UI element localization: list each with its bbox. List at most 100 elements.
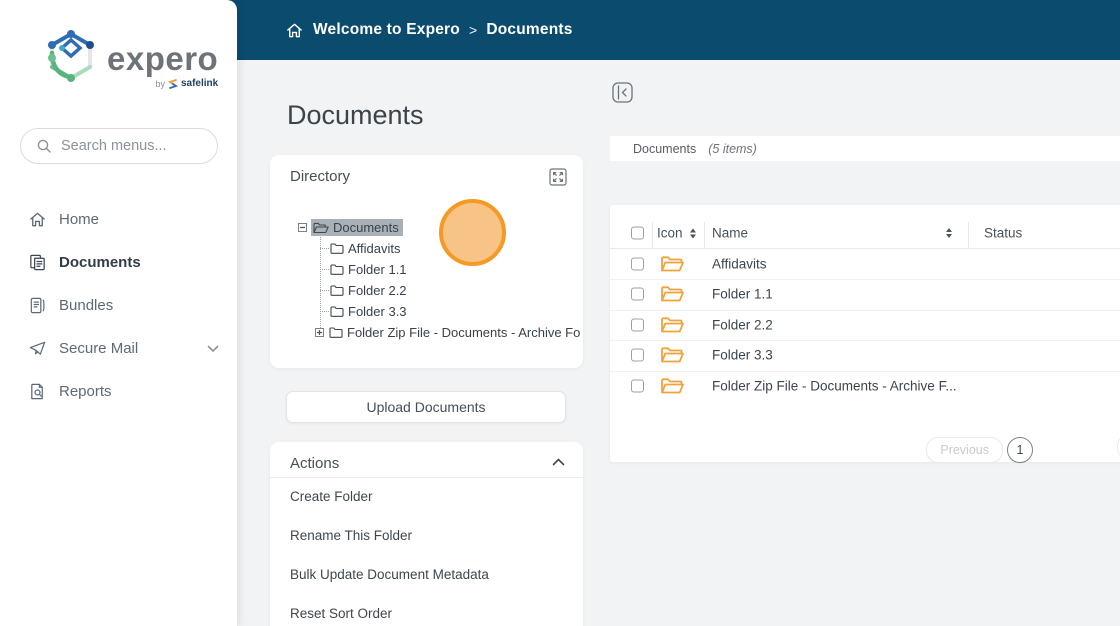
column-header-name[interactable]: Name xyxy=(712,226,748,241)
tree-item-folder-zip[interactable]: Folder Zip File - Documents - Archive Fo xyxy=(315,322,580,343)
row-checkbox[interactable] xyxy=(631,348,644,362)
row-checkbox[interactable] xyxy=(631,257,644,271)
home-icon[interactable] xyxy=(285,21,304,40)
page-title: Documents xyxy=(287,100,424,130)
folder-icon xyxy=(660,316,684,334)
tree-item-selected[interactable]: Documents xyxy=(311,219,403,236)
folder-icon xyxy=(660,255,684,273)
reports-icon xyxy=(28,382,47,401)
row-name[interactable]: Folder 1.1 xyxy=(712,287,773,302)
table-row-folder-1-1[interactable]: Folder 1.1 xyxy=(610,279,1120,311)
directory-panel-title: Directory xyxy=(290,168,351,185)
sidebar-item-label: Home xyxy=(59,211,100,228)
row-checkbox[interactable] xyxy=(631,379,644,393)
folder-icon xyxy=(660,285,684,303)
table-row-affidavits[interactable]: Affidavits xyxy=(610,249,1120,280)
page-1-button[interactable]: 1 xyxy=(1007,437,1033,463)
tree-item-folder-2-2[interactable]: Folder 2.2 xyxy=(330,280,407,301)
row-checkbox[interactable] xyxy=(631,287,644,301)
tree-connector-stub xyxy=(320,290,329,291)
folder-icon xyxy=(660,377,684,395)
bundles-icon xyxy=(28,296,47,315)
table-row-folder-3-3[interactable]: Folder 3.3 xyxy=(610,340,1120,372)
action-create-folder[interactable]: Create Folder xyxy=(290,486,373,506)
actions-panel: Actions Create Folder Rename This Folder… xyxy=(270,442,583,626)
row-name[interactable]: Affidavits xyxy=(712,256,767,271)
divider xyxy=(270,477,583,478)
folder-icon xyxy=(330,243,344,254)
tree-item-folder-3-3[interactable]: Folder 3.3 xyxy=(330,301,407,322)
expand-directory-icon[interactable] xyxy=(549,168,567,186)
row-name[interactable]: Folder 2.2 xyxy=(712,317,773,332)
expero-logo-icon xyxy=(42,28,100,84)
folder-icon xyxy=(329,327,343,338)
tree-item-label: Affidavits xyxy=(348,241,401,256)
tree-item-label: Documents xyxy=(333,220,399,235)
sidebar-item-documents[interactable]: Documents xyxy=(0,241,237,284)
collapse-expander-icon[interactable] xyxy=(298,223,307,232)
expero-logo-text: expero xyxy=(107,40,219,77)
folder-icon xyxy=(330,264,344,275)
sidebar-item-label: Bundles xyxy=(59,297,114,314)
tree-item-documents-root[interactable]: Documents xyxy=(298,217,403,238)
tree-connector-stub xyxy=(320,269,329,270)
breadcrumb-welcome[interactable]: Welcome to Expero xyxy=(313,21,460,39)
breadcrumb: Welcome to Expero > Documents xyxy=(285,21,573,40)
app-window: Welcome to Expero > Documents expero by … xyxy=(0,0,1120,626)
previous-page-button[interactable]: Previous xyxy=(926,437,1003,463)
expand-expander-icon[interactable] xyxy=(315,328,324,337)
safelink-icon xyxy=(167,78,178,89)
tree-connector-stub xyxy=(320,311,329,312)
column-divider xyxy=(704,222,705,248)
sidebar-item-secure-mail[interactable]: Secure Mail xyxy=(0,327,237,370)
chevron-up-icon[interactable] xyxy=(552,458,565,466)
expero-logo: expero by safelink xyxy=(42,28,218,89)
table-row-folder-zip[interactable]: Folder Zip File - Documents - Archive F.… xyxy=(610,371,1120,402)
directory-panel: Directory Documents Affidavits Folder 1.… xyxy=(270,155,583,368)
folder-open-icon xyxy=(313,222,329,234)
sort-icon-name[interactable] xyxy=(946,228,952,238)
row-checkbox[interactable] xyxy=(631,318,644,332)
results-summary-count: (5 items) xyxy=(708,141,757,156)
tree-item-folder-1-1[interactable]: Folder 1.1 xyxy=(330,259,407,280)
breadcrumb-documents[interactable]: Documents xyxy=(486,21,572,39)
results-summary-title: Documents xyxy=(633,141,697,156)
safelink-byline: by safelink xyxy=(155,78,219,89)
column-header-icon[interactable]: Icon xyxy=(657,226,696,241)
collapse-panel-icon[interactable] xyxy=(612,82,633,103)
search-input[interactable]: Search menus... xyxy=(20,128,218,164)
column-header-status[interactable]: Status xyxy=(984,226,1022,241)
sidebar-item-home[interactable]: Home xyxy=(0,198,237,241)
chevron-down-icon[interactable] xyxy=(207,345,219,353)
sidebar: expero by safelink Search menus... Home … xyxy=(0,0,237,626)
sidebar-item-label: Documents xyxy=(59,254,141,271)
tree-item-label: Folder 1.1 xyxy=(348,262,407,277)
sort-icon[interactable] xyxy=(689,228,696,238)
select-all-checkbox[interactable] xyxy=(631,226,644,240)
search-icon xyxy=(36,138,52,154)
action-reset-sort-order[interactable]: Reset Sort Order xyxy=(290,603,392,623)
sidebar-item-reports[interactable]: Reports xyxy=(0,370,237,413)
search-placeholder: Search menus... xyxy=(61,138,167,154)
upload-documents-button[interactable]: Upload Documents xyxy=(286,391,566,423)
tree-item-affidavits[interactable]: Affidavits xyxy=(330,238,401,259)
breadcrumb-separator: > xyxy=(468,22,478,38)
action-rename-this-folder[interactable]: Rename This Folder xyxy=(290,525,412,545)
tree-connector-stub xyxy=(320,248,329,249)
table-row-folder-2-2[interactable]: Folder 2.2 xyxy=(610,310,1120,341)
row-name[interactable]: Folder Zip File - Documents - Archive F.… xyxy=(712,378,957,393)
tree-item-label: Folder 3.3 xyxy=(348,304,407,319)
secure-mail-icon xyxy=(28,339,47,358)
sidebar-item-label: Secure Mail xyxy=(59,340,139,357)
row-name[interactable]: Folder 3.3 xyxy=(712,348,773,363)
documents-icon xyxy=(28,253,47,272)
actions-panel-title: Actions xyxy=(290,455,340,472)
sidebar-nav: Home Documents Bundles Secure Mail Repor… xyxy=(0,198,237,413)
folder-icon xyxy=(330,285,344,296)
column-divider xyxy=(652,222,653,248)
folder-icon xyxy=(330,306,344,317)
action-bulk-update-document-metadata[interactable]: Bulk Update Document Metadata xyxy=(290,564,489,584)
top-header-bar: Welcome to Expero > Documents xyxy=(228,0,1120,60)
tree-connector-line xyxy=(320,235,321,332)
sidebar-item-bundles[interactable]: Bundles xyxy=(0,284,237,327)
